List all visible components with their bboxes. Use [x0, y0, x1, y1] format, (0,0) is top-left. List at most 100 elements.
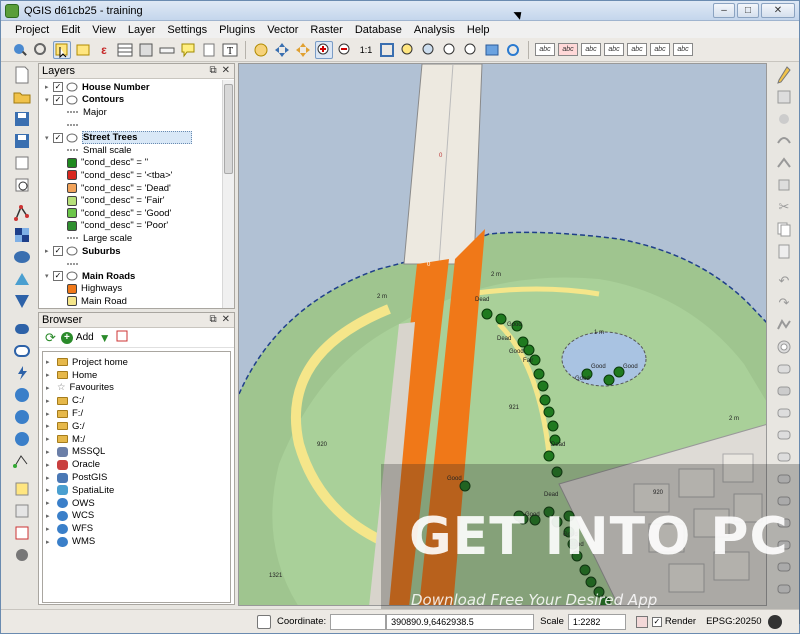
expand-toggle-icon[interactable]: ▸: [46, 525, 54, 533]
menu-help[interactable]: Help: [461, 24, 496, 36]
browser-item[interactable]: ▸ OWS: [43, 497, 230, 510]
layer-tree-row[interactable]: Small scale: [45, 144, 234, 157]
expand-toggle-icon[interactable]: ▸: [46, 448, 54, 456]
add-postgis-icon[interactable]: [12, 247, 32, 267]
delete-part-icon[interactable]: [774, 425, 794, 445]
layer-tree-row[interactable]: "cond_desc" = 'Good': [45, 207, 234, 220]
tree-symbol[interactable]: [543, 406, 555, 418]
browser-item[interactable]: ▸ WFS: [43, 522, 230, 535]
change-label-icon[interactable]: abc: [673, 43, 693, 56]
add-spatialite-icon[interactable]: [12, 269, 32, 289]
layer-tree-row[interactable]: Main Road: [45, 295, 234, 308]
expand-toggle-icon[interactable]: ▸: [46, 358, 54, 366]
new-project-icon[interactable]: [12, 65, 32, 85]
layer-visibility-checkbox[interactable]: ✓: [53, 82, 63, 93]
layer-tree-row[interactable]: Major: [45, 106, 234, 119]
refresh-icon[interactable]: ⟳: [45, 330, 56, 346]
layers-scroll-thumb[interactable]: [224, 84, 233, 174]
composer-manager-icon[interactable]: [12, 175, 32, 195]
move-label-icon[interactable]: abc: [627, 43, 647, 56]
new-spatialite-layer-icon[interactable]: [12, 479, 32, 499]
map-tips-icon[interactable]: [179, 41, 197, 59]
add-mssql-icon[interactable]: [12, 291, 32, 311]
browser-item[interactable]: ▸ Project home: [43, 356, 230, 369]
zoom-out-icon[interactable]: [336, 41, 354, 59]
add-feature-icon[interactable]: [774, 109, 794, 129]
menu-vector[interactable]: Vector: [261, 24, 304, 36]
tree-symbol[interactable]: [537, 380, 549, 392]
layer-tree-row[interactable]: "cond_desc" = 'Dead': [45, 182, 234, 195]
render-checkbox[interactable]: ✓: [651, 616, 662, 627]
print-composer-icon[interactable]: [12, 153, 32, 173]
layer-visibility-checkbox[interactable]: ✓: [53, 246, 63, 257]
layer-tree-row[interactable]: ▾ ✓ Contours: [45, 94, 234, 107]
browser-item[interactable]: ▸ MSSQL: [43, 446, 230, 459]
rotate-label-icon[interactable]: abc: [650, 43, 670, 56]
zoom-to-layer-icon[interactable]: [420, 41, 438, 59]
expand-toggle-icon[interactable]: ▸: [46, 422, 54, 430]
float-panel-icon[interactable]: ⧉: [209, 314, 216, 325]
expand-toggle-icon[interactable]: ▸: [46, 499, 54, 507]
menu-database[interactable]: Database: [349, 24, 408, 36]
menu-plugins[interactable]: Plugins: [213, 24, 261, 36]
layer-visibility-checkbox[interactable]: ✓: [53, 94, 63, 105]
tree-symbol[interactable]: [523, 344, 535, 356]
expand-toggle-icon[interactable]: ▸: [45, 83, 53, 91]
browser-item[interactable]: ▸ PostGIS: [43, 471, 230, 484]
save-as-icon[interactable]: [12, 131, 32, 151]
layer-visibility-checkbox[interactable]: ✓: [53, 271, 63, 282]
deselect-icon[interactable]: [74, 41, 92, 59]
tree-symbol[interactable]: [539, 394, 551, 406]
layer-tree-row[interactable]: ▸ ✓ House Number: [45, 81, 234, 94]
minimize-button[interactable]: –: [713, 3, 735, 18]
menu-layer[interactable]: Layer: [122, 24, 162, 36]
show-hide-labels-icon[interactable]: abc: [604, 43, 624, 56]
save-edits-icon[interactable]: [774, 87, 794, 107]
browser-item[interactable]: ▸ G:/: [43, 420, 230, 433]
layer-tree-row[interactable]: "cond_desc" = '<tba>': [45, 169, 234, 182]
label-highlight-icon[interactable]: abc: [558, 43, 578, 56]
layer-tree-row[interactable]: Large scale: [45, 232, 234, 245]
expand-toggle-icon[interactable]: ▸: [46, 538, 54, 546]
maximize-button[interactable]: □: [737, 3, 759, 18]
add-wcs-icon[interactable]: [12, 385, 32, 405]
menu-raster[interactable]: Raster: [304, 24, 348, 36]
add-ring-icon[interactable]: [774, 337, 794, 357]
pan-map-icon[interactable]: [294, 41, 312, 59]
add-wfs-icon[interactable]: [12, 407, 32, 427]
add-virtual-layer-icon[interactable]: [12, 429, 32, 449]
add-wms-icon[interactable]: [12, 319, 32, 339]
expand-toggle-icon[interactable]: ▾: [45, 96, 53, 104]
expand-toggle-icon[interactable]: ▸: [46, 435, 54, 443]
menu-view[interactable]: View: [86, 24, 122, 36]
pan-icon[interactable]: [252, 41, 270, 59]
float-panel-icon[interactable]: ⧉: [209, 65, 216, 76]
menu-analysis[interactable]: Analysis: [408, 24, 461, 36]
zoom-native-icon[interactable]: 1:1: [357, 41, 375, 59]
add-part-icon[interactable]: [774, 359, 794, 379]
refresh-icon[interactable]: [504, 41, 522, 59]
crs-status[interactable]: EPSG:20250: [706, 616, 761, 627]
browser-item[interactable]: ▸ WMS: [43, 535, 230, 548]
attribute-table-icon[interactable]: [116, 41, 134, 59]
layer-visibility-checkbox[interactable]: ✓: [53, 132, 63, 143]
open-project-icon[interactable]: [12, 87, 32, 107]
add-delimited-text-icon[interactable]: [12, 341, 32, 361]
tree-symbol[interactable]: [547, 420, 559, 432]
zoom-select-icon[interactable]: [32, 41, 50, 59]
new-gpx-layer-icon[interactable]: [12, 501, 32, 521]
browser-item[interactable]: ▸ Home: [43, 369, 230, 382]
coordinate-value[interactable]: 390890.9,6462938.5: [386, 613, 535, 630]
browser-item[interactable]: ▸ F:/: [43, 407, 230, 420]
expand-toggle-icon[interactable]: ▸: [46, 410, 54, 418]
expand-toggle-icon[interactable]: ▸: [46, 474, 54, 482]
select-features-icon[interactable]: [53, 40, 71, 59]
coordinate-field[interactable]: [330, 613, 387, 630]
undo-icon[interactable]: ↶: [774, 271, 794, 291]
collapse-all-icon[interactable]: [116, 330, 128, 345]
redo-icon[interactable]: ↷: [774, 293, 794, 313]
expression-select-icon[interactable]: ε: [95, 41, 113, 59]
zoom-full-icon[interactable]: [378, 41, 396, 59]
browser-item[interactable]: ▸ C:/: [43, 394, 230, 407]
layers-scrollbar[interactable]: [222, 80, 234, 308]
